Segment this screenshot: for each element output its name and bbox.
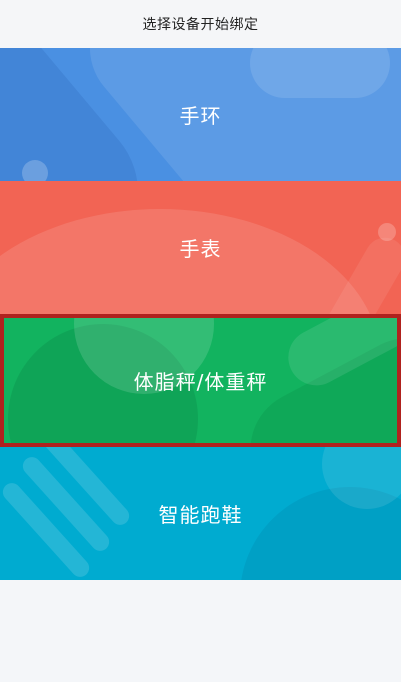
device-card-band[interactable]: 手环 bbox=[0, 48, 401, 181]
page-title: 选择设备开始绑定 bbox=[142, 17, 259, 33]
decorative-dot bbox=[22, 160, 48, 181]
device-card-label: 体脂秤/体重秤 bbox=[133, 370, 268, 394]
device-card-label: 智能跑鞋 bbox=[158, 503, 243, 527]
device-card-label: 手环 bbox=[179, 104, 222, 128]
device-card-shoes[interactable]: 智能跑鞋 bbox=[0, 447, 401, 580]
device-card-watch[interactable]: 手表 bbox=[0, 181, 401, 314]
page-header: 选择设备开始绑定 bbox=[0, 0, 401, 48]
empty-area bbox=[0, 580, 401, 682]
decorative-shape bbox=[250, 48, 390, 98]
device-card-scale[interactable]: 体脂秤/体重秤 bbox=[0, 314, 401, 447]
device-card-label: 手表 bbox=[179, 237, 222, 261]
